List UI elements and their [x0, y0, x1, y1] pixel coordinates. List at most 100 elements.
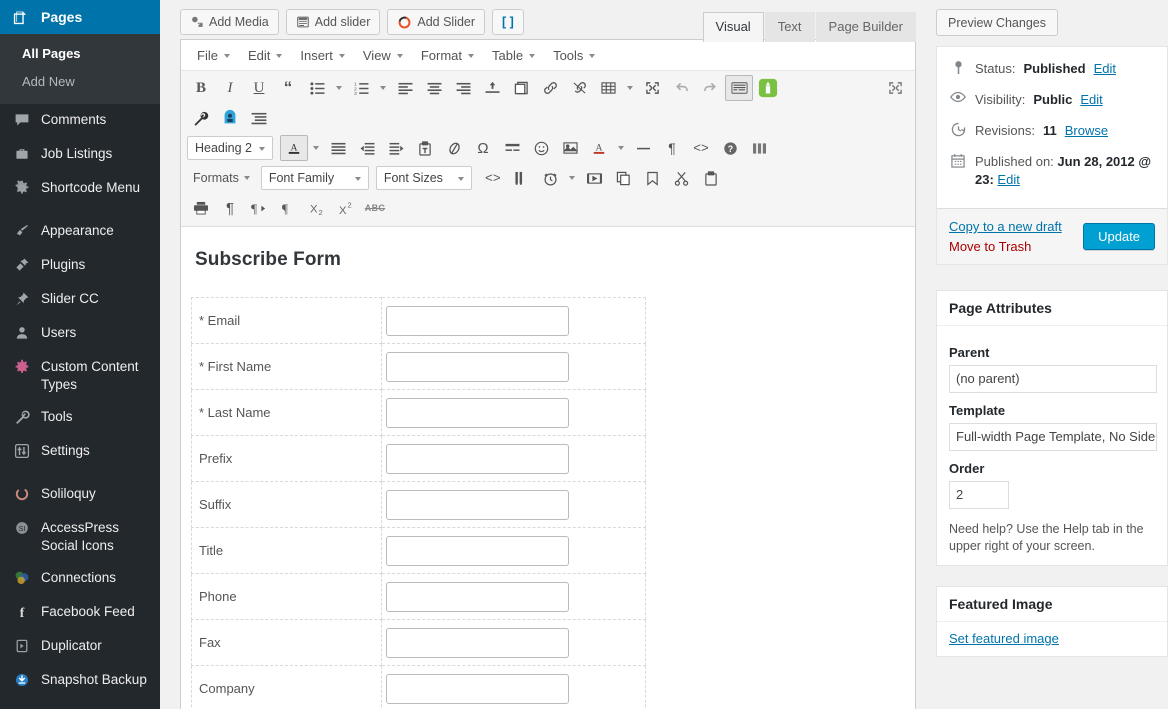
tab-page-builder[interactable]: Page Builder	[815, 12, 916, 42]
link-icon[interactable]	[536, 75, 564, 101]
underline-icon[interactable]: U	[245, 75, 273, 101]
text-color-button[interactable]: A	[280, 135, 323, 161]
parent-select[interactable]: (no parent)	[949, 365, 1157, 393]
title-field[interactable]	[386, 535, 569, 566]
sidebar-item-all-pages[interactable]: All Pages	[0, 40, 160, 68]
paste-text-icon[interactable]	[411, 135, 439, 161]
sidebar-item-shortcode-menu[interactable]: Shortcode Menu	[0, 172, 160, 206]
clear-formatting-icon[interactable]	[440, 135, 468, 161]
menu-tools[interactable]: Tools	[545, 45, 603, 66]
rtl-icon[interactable]: ¶	[274, 195, 302, 221]
justify-icon[interactable]	[324, 135, 352, 161]
format-select[interactable]: Heading 2	[187, 136, 273, 160]
ltr-icon[interactable]: ¶	[245, 195, 273, 221]
emoticon-icon[interactable]	[527, 135, 555, 161]
sidebar-item-soliloquy[interactable]: Soliloquy	[0, 478, 160, 512]
keyboard-toolbar-toggle-icon[interactable]	[725, 75, 753, 101]
tab-text[interactable]: Text	[764, 12, 815, 42]
sidebar-item-slider-cc[interactable]: Slider CC	[0, 283, 160, 317]
sidebar-item-duplicator[interactable]: Duplicator	[0, 630, 160, 664]
code-icon[interactable]: <>	[479, 165, 507, 191]
font-family-select[interactable]: Font Family	[260, 166, 369, 190]
sidebar-item-pages[interactable]: Pages	[0, 0, 160, 34]
sidebar-item-facebook-feed[interactable]: f Facebook Feed	[0, 596, 160, 630]
editor-content-area[interactable]: Subscribe Form * Email * First Name * La…	[181, 227, 915, 709]
email-field[interactable]	[386, 305, 569, 336]
order-input[interactable]: 2	[949, 481, 1009, 509]
sidebar-item-plugins[interactable]: Plugins	[0, 249, 160, 283]
paragraph-icon[interactable]: ¶	[216, 195, 244, 221]
shortcode-button[interactable]: [ ]	[492, 9, 524, 35]
update-button[interactable]: Update	[1083, 223, 1155, 250]
sidebar-item-tools[interactable]: Tools	[0, 401, 160, 435]
menu-format[interactable]: Format	[413, 45, 482, 66]
sidebar-item-job-listings[interactable]: Job Listings	[0, 138, 160, 172]
first-name-field[interactable]	[386, 351, 569, 382]
insert-video-icon[interactable]	[581, 165, 609, 191]
show-blocks-icon[interactable]: ¶	[658, 135, 686, 161]
company-field[interactable]	[386, 673, 569, 704]
green-plugin-icon[interactable]	[754, 75, 782, 101]
font-sizes-select[interactable]: Font Sizes	[375, 166, 472, 190]
formats-dropdown[interactable]: Formats	[187, 166, 256, 190]
sidebar-item-accesspress-social-icons[interactable]: SI AccessPress Social Icons	[0, 512, 160, 562]
unlink-icon[interactable]	[565, 75, 593, 101]
align-left-icon[interactable]	[391, 75, 419, 101]
template-select[interactable]: Full-width Page Template, No Sidebar	[949, 423, 1157, 451]
blockquote-icon[interactable]: “	[274, 75, 302, 101]
sidebar-item-comments[interactable]: Comments	[0, 104, 160, 138]
strikethrough-icon[interactable]: ABC	[361, 195, 389, 221]
cut-icon[interactable]	[668, 165, 696, 191]
special-character-icon[interactable]: Ω	[469, 135, 497, 161]
menu-edit[interactable]: Edit	[240, 45, 290, 66]
add-slider-button[interactable]: Add slider	[285, 9, 381, 35]
indent-lines-icon[interactable]	[245, 105, 273, 131]
suffix-field[interactable]	[386, 489, 569, 520]
superscript-icon[interactable]: X2	[332, 195, 360, 221]
add-media-button[interactable]: Add Media	[180, 9, 279, 35]
published-on-edit-link[interactable]: Edit	[997, 172, 1019, 187]
set-featured-image-link[interactable]: Set featured image	[949, 631, 1059, 646]
paste-icon[interactable]	[697, 165, 725, 191]
distraction-free-icon[interactable]	[881, 75, 909, 101]
background-color-button[interactable]: A	[585, 135, 628, 161]
align-right-icon[interactable]	[449, 75, 477, 101]
outdent-icon[interactable]	[353, 135, 381, 161]
revisions-browse-link[interactable]: Browse	[1065, 122, 1108, 140]
sidebar-item-settings[interactable]: Settings	[0, 435, 160, 469]
tab-visual[interactable]: Visual	[702, 12, 764, 42]
status-edit-link[interactable]: Edit	[1094, 60, 1116, 78]
source-code-icon[interactable]: <>	[687, 135, 715, 161]
find-replace-icon[interactable]	[508, 165, 536, 191]
menu-file[interactable]: File	[189, 45, 238, 66]
italic-icon[interactable]: I	[216, 75, 244, 101]
fullscreen-icon[interactable]	[638, 75, 666, 101]
insert-more-icon[interactable]	[478, 75, 506, 101]
insert-date-time-button[interactable]	[537, 165, 580, 191]
undo-icon[interactable]	[667, 75, 695, 101]
sidebar-item-add-new[interactable]: Add New	[0, 68, 160, 96]
fax-field[interactable]	[386, 627, 569, 658]
table-button[interactable]	[594, 75, 637, 101]
indent-icon[interactable]	[382, 135, 410, 161]
prefix-field[interactable]	[386, 443, 569, 474]
insert-image-icon[interactable]	[556, 135, 584, 161]
subscript-icon[interactable]: X2	[303, 195, 331, 221]
horizontal-rule-icon[interactable]	[629, 135, 657, 161]
help-icon[interactable]: ?	[716, 135, 744, 161]
anchor-icon[interactable]	[639, 165, 667, 191]
sidebar-item-connections[interactable]: Connections	[0, 562, 160, 596]
last-name-field[interactable]	[386, 397, 569, 428]
wrench-icon[interactable]	[187, 105, 215, 131]
numbered-list-button[interactable]: 123	[347, 75, 390, 101]
sidebar-item-appearance[interactable]: Appearance	[0, 215, 160, 249]
blue-badge-icon[interactable]	[216, 105, 244, 131]
copy-icon[interactable]	[610, 165, 638, 191]
bold-icon[interactable]: B	[187, 75, 215, 101]
menu-table[interactable]: Table	[484, 45, 543, 66]
add-slider-soliloquy-button[interactable]: Add Slider	[387, 9, 486, 35]
menu-view[interactable]: View	[355, 45, 411, 66]
copy-to-new-draft-link[interactable]: Copy to a new draft	[949, 219, 1062, 234]
sidebar-item-users[interactable]: Users	[0, 317, 160, 351]
page-break-icon[interactable]	[507, 75, 535, 101]
